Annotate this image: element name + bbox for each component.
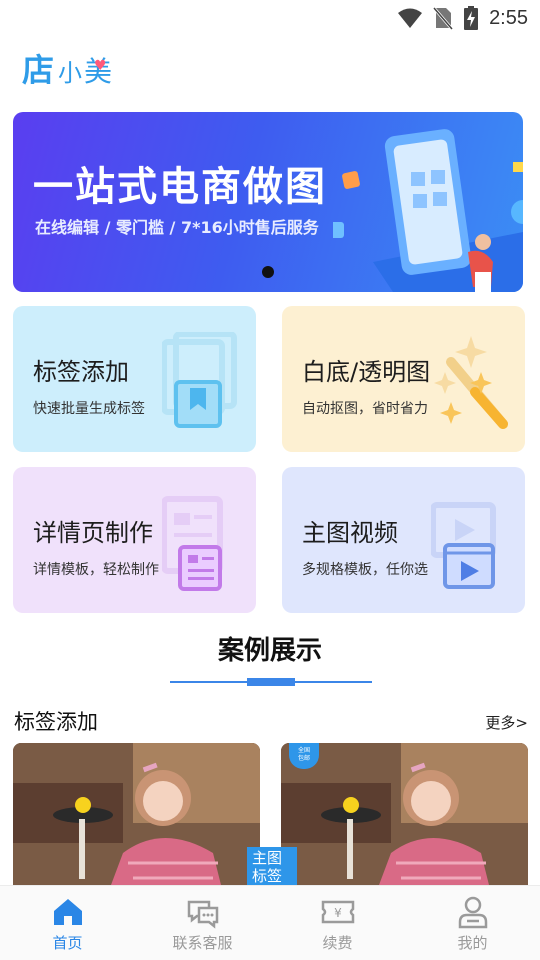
feature-card-tag[interactable]: 标签添加 快速批量生成标签 [13, 306, 256, 452]
main-image-tag-label: 主图 标签 [247, 847, 297, 887]
nav-label: 续费 [322, 934, 353, 952]
free-shipping-badge: 全国 包邮 [289, 743, 319, 769]
logo-text-3-wrap: ♥ 美 [84, 56, 112, 88]
nav-label: 联系客服 [172, 934, 233, 952]
status-bar: 2:55 [0, 0, 540, 36]
nav-item-mine[interactable]: 我的 [405, 886, 540, 960]
nav-item-customer-service[interactable]: 联系客服 [135, 886, 270, 960]
section-divider-accent [247, 678, 295, 686]
document-icon [162, 496, 223, 591]
feature-card-white-bg[interactable]: 白底/透明图 自动抠图，省时省力 [282, 306, 525, 452]
banner-subtitle: 在线编辑 / 零门槛 / 7*16小时售后服务 [35, 218, 319, 237]
nav-item-home[interactable]: 首页 [0, 886, 135, 960]
nav-item-renew[interactable]: ¥ 续费 [270, 886, 405, 960]
bottom-navigation: 首页 联系客服 ¥ 续费 我的 [0, 885, 540, 960]
feature-title: 白底/透明图 [302, 358, 431, 386]
no-sim-icon [433, 7, 454, 30]
carousel-indicator[interactable] [262, 266, 274, 278]
feature-card-main-video[interactable]: 主图视频 多规格模板，任你选 [282, 467, 525, 613]
app-logo: 店 小 ♥ 美 [22, 48, 112, 88]
case-image[interactable] [13, 743, 260, 893]
svg-text:¥: ¥ [334, 906, 342, 920]
more-link[interactable]: 更多> [485, 712, 528, 733]
logo-text-2: 小 [58, 59, 83, 87]
banner-title: 一站式电商做图 [33, 164, 327, 210]
feature-title: 标签添加 [33, 358, 129, 386]
case-image[interactable]: 全国 包邮 [281, 743, 528, 893]
nav-label: 我的 [457, 934, 488, 952]
bookmark-icon [162, 332, 237, 428]
ticket-icon: ¥ [321, 900, 354, 924]
battery-charging-icon [464, 6, 479, 30]
feature-title: 详情页制作 [33, 519, 153, 547]
feature-card-detail-page[interactable]: 详情页制作 详情模板，轻松制作 [13, 467, 256, 613]
case-photo [281, 743, 528, 893]
user-icon [458, 896, 487, 929]
promo-banner[interactable]: 一站式电商做图 在线编辑 / 零门槛 / 7*16小时售后服务 [13, 112, 523, 292]
banner-illustration [333, 129, 523, 292]
feature-title: 主图视频 [302, 519, 398, 547]
home-icon [53, 899, 82, 925]
nav-label: 首页 [52, 934, 83, 952]
section-title: 案例展示 [217, 636, 322, 666]
wifi-icon [398, 8, 423, 28]
feature-desc: 快速批量生成标签 [33, 401, 145, 417]
feature-desc: 自动抠图，省时省力 [302, 401, 428, 417]
chat-icon [187, 900, 218, 929]
case-photo [13, 743, 260, 893]
feature-desc: 详情模板，轻松制作 [33, 562, 159, 578]
case-category-title: 标签添加 [14, 710, 98, 734]
logo-text-1: 店 [22, 51, 55, 89]
feature-desc: 多规格模板，任你选 [302, 562, 428, 578]
video-icon [431, 502, 496, 589]
status-icons: 2:55 [397, 6, 528, 30]
status-time: 2:55 [489, 6, 528, 29]
heart-icon: ♥ [94, 58, 107, 74]
magic-wand-icon [434, 336, 508, 429]
